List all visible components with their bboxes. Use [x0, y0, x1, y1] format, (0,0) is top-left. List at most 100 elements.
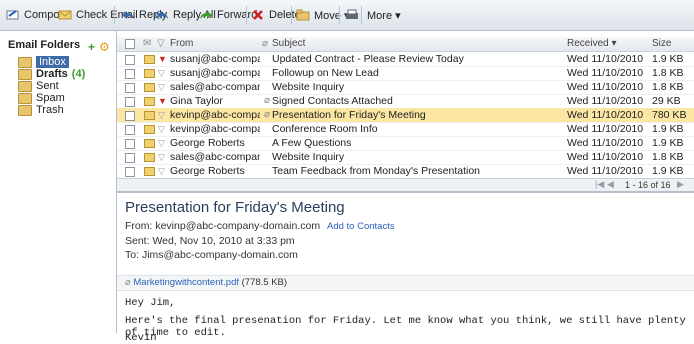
pager-prev-icon[interactable]: ◀: [607, 179, 614, 190]
trash-folder-icon: [18, 104, 32, 116]
table-row[interactable]: ▽ George Roberts Team Feedback from Monday…: [117, 164, 694, 179]
paperclip-icon: ⌀: [264, 109, 271, 120]
select-all-checkbox[interactable]: [125, 39, 135, 49]
folder-sent[interactable]: Sent: [18, 80, 59, 92]
row-checkbox[interactable]: [125, 55, 135, 65]
spam-folder-icon: [18, 92, 32, 104]
print-icon: [345, 9, 359, 21]
row-checkbox[interactable]: [125, 111, 135, 121]
row-checkbox[interactable]: [125, 153, 135, 163]
size-column-header[interactable]: Size: [652, 37, 671, 51]
preview-sent-line: Sent: Wed, Nov 10, 2010 at 3:33 pm: [125, 235, 295, 247]
received-column-header[interactable]: Received ▾: [567, 37, 617, 51]
flag-icon[interactable]: ▼: [158, 54, 167, 64]
preview-from-line: From: kevinp@abc-company-domain.com Add …: [125, 220, 395, 232]
flag-icon[interactable]: ▽: [158, 138, 165, 149]
row-received: Wed 11/10/2010: [567, 109, 644, 121]
attachment-name: Marketingwithcontent.pdf: [133, 277, 239, 288]
row-size: 780 KB: [652, 109, 687, 121]
flag-icon[interactable]: ▽: [158, 82, 165, 93]
row-from: kevinp@abc-company-doma: [170, 109, 260, 121]
flag-column-icon: ▽: [157, 38, 165, 49]
folder-trash[interactable]: Trash: [18, 104, 64, 116]
drafts-folder-icon: [18, 68, 32, 80]
envelope-icon: [144, 111, 155, 120]
paperclip-icon: ⌀: [264, 95, 271, 106]
flag-icon[interactable]: ▽: [158, 68, 165, 79]
row-subject: Signed Contacts Attached: [272, 95, 393, 107]
table-row[interactable]: ▽ susanj@abc-company-doma Followup on New …: [117, 66, 694, 81]
forward-button[interactable]: Forward: [199, 7, 257, 23]
row-subject: Conference Room Info: [272, 123, 378, 135]
toolbar-divider: [246, 6, 247, 24]
table-row[interactable]: ▼susanj@abc-company-doma Updated Contract…: [117, 52, 694, 67]
row-from: Gina Taylor: [170, 95, 223, 107]
flag-icon[interactable]: ▽: [158, 166, 165, 177]
row-subject: Team Feedback from Monday's Presentation: [272, 165, 481, 177]
flag-icon[interactable]: ▽: [158, 110, 165, 121]
row-size: 1.8 KB: [652, 81, 684, 93]
preview-pane: Presentation for Friday's Meeting From: …: [117, 191, 694, 344]
add-to-contacts-link[interactable]: Add to Contacts: [327, 221, 395, 232]
pager-next-icon[interactable]: ▶: [677, 179, 684, 190]
table-row[interactable]: ▽ sales@abc-company-domain Website Inquiry…: [117, 150, 694, 165]
table-row[interactable]: ▽ sales@abc-company-domain Website Inquiry…: [117, 80, 694, 95]
print-button[interactable]: [345, 7, 359, 23]
preview-to-line: To: Jims@abc-company-domain.com: [125, 249, 298, 261]
folder-label: Trash: [36, 104, 64, 116]
row-from: sales@abc-company-domain: [170, 151, 260, 163]
message-list-header: ✉ ▽ From ⌀ Subject Received ▾ Size: [117, 37, 694, 52]
row-subject: Website Inquiry: [272, 81, 345, 93]
row-checkbox[interactable]: [125, 125, 135, 135]
settings-gear-icon[interactable]: ⚙: [99, 40, 110, 54]
more-button[interactable]: More ▾: [367, 7, 401, 23]
body-signature: Kevin: [125, 332, 157, 344]
row-checkbox[interactable]: [125, 167, 135, 177]
flag-icon[interactable]: ▼: [158, 96, 167, 106]
folder-label: Sent: [36, 80, 59, 92]
to-label: To:: [125, 249, 140, 261]
subject-column-header[interactable]: Subject: [272, 37, 305, 51]
pager-text: 1 - 16 of 16: [625, 180, 671, 190]
forward-icon: [199, 9, 213, 21]
flag-icon[interactable]: ▽: [158, 152, 165, 163]
toolbar: Compose Check Email Reply Reply All Forw…: [0, 0, 694, 31]
row-checkbox[interactable]: [125, 69, 135, 79]
folder-inbox[interactable]: Inbox: [18, 56, 69, 68]
body-greeting: Hey Jim,: [125, 297, 176, 309]
pager-first-icon[interactable]: |◀: [595, 179, 604, 190]
row-received: Wed 11/10/2010: [567, 137, 644, 149]
row-checkbox[interactable]: [125, 139, 135, 149]
flag-icon[interactable]: ▽: [158, 124, 165, 135]
check-email-icon: [58, 9, 72, 21]
row-checkbox[interactable]: [125, 83, 135, 93]
row-received: Wed 11/10/2010: [567, 123, 644, 135]
table-row[interactable]: ▼ Gina Taylor ⌀ Signed Contacts Attached Wed…: [117, 94, 694, 109]
row-subject: Website Inquiry: [272, 151, 345, 163]
envelope-icon: [144, 153, 155, 162]
row-from: susanj@abc-company-doma: [170, 53, 260, 65]
toolbar-divider: [339, 6, 340, 24]
table-row[interactable]: ▽ kevinp@abc-company-doma ⌀Presentation fo…: [117, 108, 694, 123]
row-received: Wed 11/10/2010: [567, 67, 644, 79]
preview-subject: Presentation for Friday's Meeting: [125, 199, 345, 216]
sent-date: Wed, Nov 10, 2010 at 3:33 pm: [152, 235, 295, 247]
move-button[interactable]: Move ▾: [296, 7, 349, 23]
sent-label: Sent:: [125, 235, 150, 247]
table-row[interactable]: ▽ kevinp@abc-company-doma Conference Room …: [117, 122, 694, 137]
delete-button[interactable]: Delete: [251, 7, 301, 23]
folder-spam[interactable]: Spam: [18, 92, 65, 104]
folder-label: Inbox: [36, 56, 69, 68]
envelope-icon: [144, 139, 155, 148]
row-checkbox[interactable]: [125, 97, 135, 107]
table-row[interactable]: ▽ George Roberts A Few Questions Wed 11/10/…: [117, 136, 694, 151]
from-column-header[interactable]: From: [170, 37, 193, 51]
inbox-folder-icon: [18, 56, 32, 68]
row-subject: Updated Contract - Please Review Today: [272, 53, 464, 65]
folder-drafts[interactable]: Drafts (4): [18, 68, 85, 80]
attachment-link[interactable]: ⌀ Marketingwithcontent.pdf (778.5 KB): [125, 277, 287, 288]
add-folder-icon[interactable]: +: [88, 40, 95, 54]
to-address: Jims@abc-company-domain.com: [141, 249, 298, 261]
sent-folder-icon: [18, 80, 32, 92]
envelope-icon: [144, 83, 155, 92]
